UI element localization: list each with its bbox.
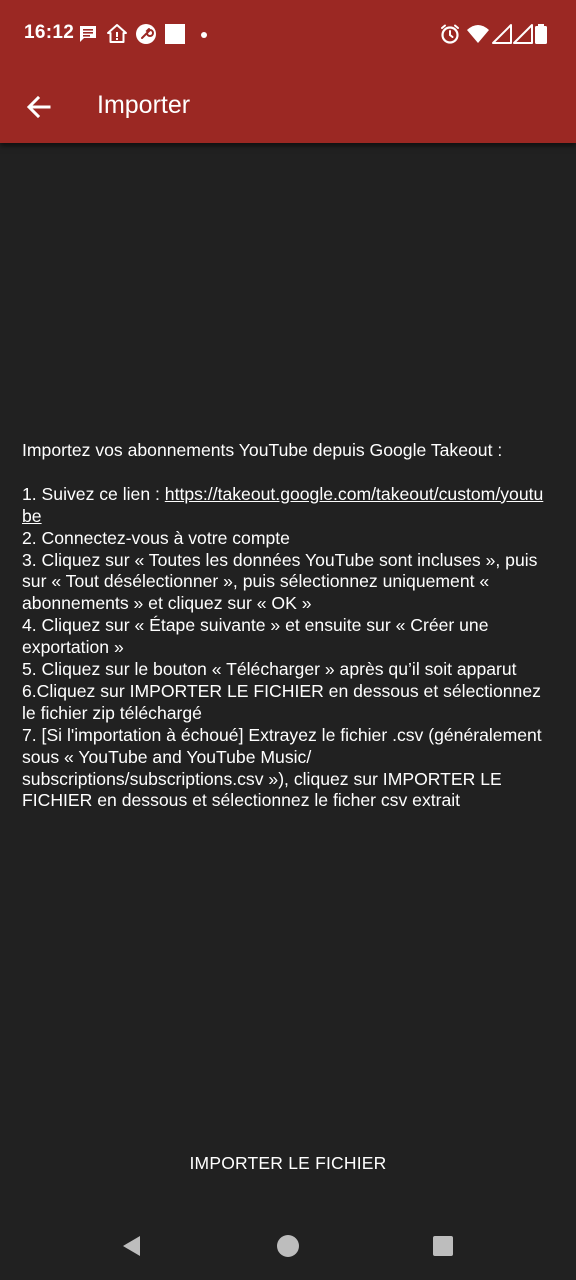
step-4: 4. Cliquez sur « Étape suivante » et ens… — [22, 615, 489, 658]
wrench-badge-icon — [136, 24, 156, 44]
step-5: 5. Cliquez sur le bouton « Télécharger »… — [22, 659, 517, 680]
import-screen: 16:12 Importer Importez vos abonnements … — [0, 0, 576, 1280]
step-2: 2. Connectez-vous à votre compte — [22, 527, 290, 548]
signal-icon-2 — [513, 24, 533, 44]
nav-recents-button[interactable] — [421, 1224, 465, 1268]
status-bar: 16:12 — [0, 0, 576, 70]
home-alert-icon — [107, 24, 127, 43]
nav-back-button[interactable] — [110, 1224, 154, 1268]
system-nav-bar — [0, 1210, 576, 1280]
import-file-button[interactable]: IMPORTER LE FICHIER — [160, 1140, 416, 1186]
wifi-icon — [467, 25, 489, 43]
back-button[interactable] — [20, 86, 58, 128]
step-6: 6.Cliquez sur IMPORTER LE FICHIER en des… — [22, 680, 541, 723]
arrow-back-icon — [26, 95, 51, 119]
step-1: 1. Suivez ce lien : https://takeout.goog… — [22, 484, 552, 528]
status-time: 16:12 — [24, 22, 75, 43]
step-3: 3. Cliquez sur « Toutes les données YouT… — [22, 549, 538, 614]
home-circle-icon — [277, 1235, 299, 1257]
page-title: Importer — [97, 91, 191, 119]
dot-icon — [201, 32, 207, 38]
step-7: 7. [Si l'importation à échoué] Extrayez … — [22, 724, 542, 811]
white-square-icon — [165, 24, 185, 44]
message-icon — [80, 26, 96, 42]
battery-icon — [535, 24, 547, 44]
back-triangle-icon — [123, 1236, 140, 1256]
alarm-icon — [441, 24, 459, 44]
intro-text: Importez vos abonnements YouTube depuis … — [22, 440, 503, 460]
signal-icon — [492, 24, 512, 44]
app-bar: 16:12 Importer — [0, 0, 576, 143]
recents-square-icon — [433, 1236, 453, 1256]
instructions-text: Importez vos abonnements YouTube depuis … — [22, 440, 552, 812]
nav-home-button[interactable] — [266, 1224, 310, 1268]
step-1-text: 1. Suivez ce lien : — [22, 483, 165, 504]
